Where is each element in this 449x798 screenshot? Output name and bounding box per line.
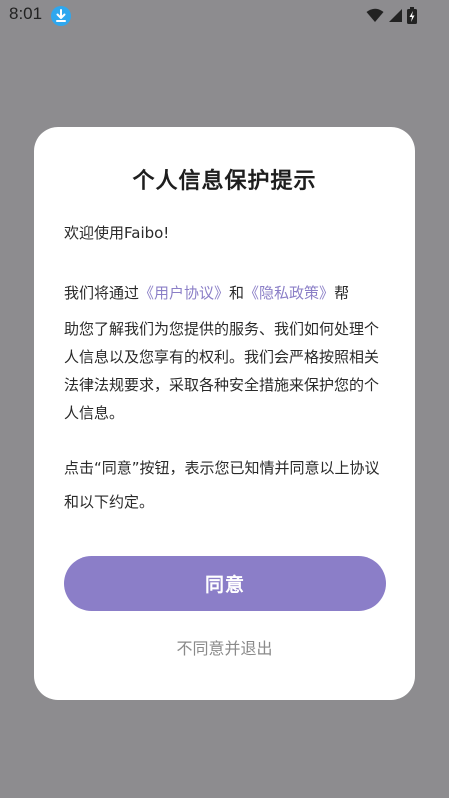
and-text: 和 [229, 284, 245, 302]
privacy-dialog: 个人信息保护提示 欢迎使用Faibo! 我们将通过《用户协议》和《隐私政策》帮 … [34, 127, 415, 700]
status-bar: 8:01 [0, 0, 449, 32]
download-icon [51, 6, 71, 26]
intro-suffix: 帮 [334, 284, 350, 302]
greeting-text: 欢迎使用Faibo! [64, 224, 170, 242]
status-time: 8:01 [9, 4, 43, 23]
battery-charging-icon [407, 7, 417, 28]
agree-button[interactable]: 同意 [64, 556, 386, 611]
disagree-exit-button[interactable]: 不同意并退出 [34, 635, 415, 659]
consent-notice: 点击“同意”按钮，表示您已知情并同意以上协议和以下约定。 [64, 459, 380, 511]
dialog-title: 个人信息保护提示 [132, 169, 317, 194]
wifi-icon [366, 8, 384, 27]
intro-prefix: 我们将通过 [64, 284, 140, 302]
user-agreement-link[interactable]: 《用户协议》 [139, 284, 229, 302]
privacy-description: 助您了解我们为您提供的服务、我们如何处理个人信息以及您享有的权利。我们会严格按照… [64, 320, 380, 422]
agreement-intro: 我们将通过《用户协议》和《隐私政策》帮 [64, 281, 386, 305]
status-icons [366, 7, 417, 28]
dialog-body: 欢迎使用Faibo! 我们将通过《用户协议》和《隐私政策》帮 助您了解我们为您提… [64, 221, 386, 519]
signal-icon [388, 8, 403, 27]
privacy-policy-link[interactable]: 《隐私政策》 [244, 284, 334, 302]
